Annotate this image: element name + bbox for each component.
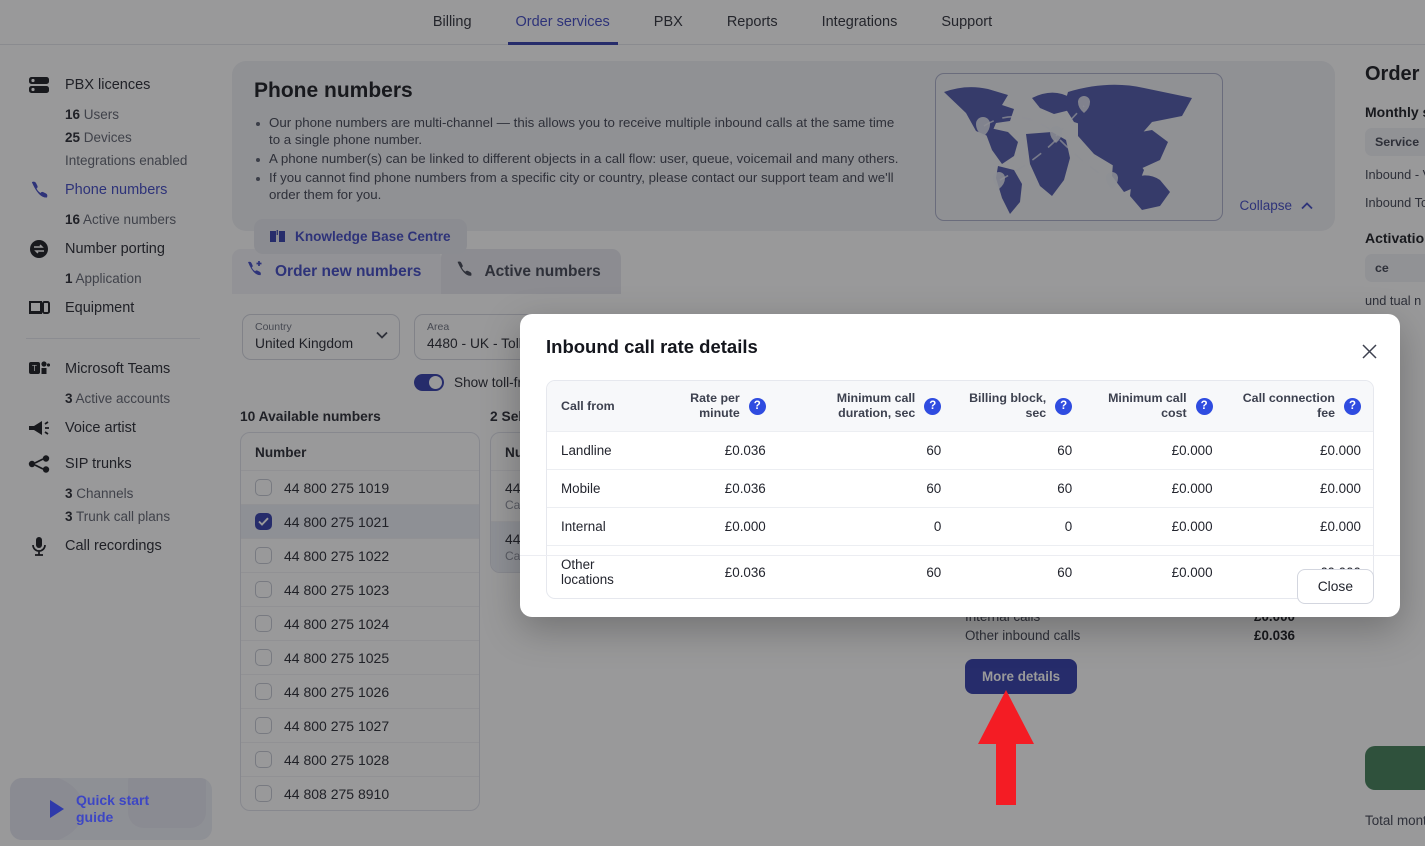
rate-header: Minimum call duration, sec? — [778, 381, 954, 432]
rate-cell-billing-block: 0 — [953, 507, 1085, 546]
rate-cell-min-duration: 60 — [777, 431, 954, 470]
rate-cell-connection-fee: £0.000 — [1224, 431, 1373, 470]
rate-cell-rate-per-minute: £0.036 — [651, 431, 778, 470]
rate-header-label: Call connection fee — [1242, 391, 1335, 421]
inbound-call-rate-modal: Inbound call rate details Call from Rate … — [520, 314, 1400, 617]
rate-header-label: Minimum call cost — [1108, 391, 1187, 421]
help-icon[interactable]: ? — [924, 397, 942, 415]
rate-cell-min-call-cost: £0.000 — [1084, 507, 1225, 546]
rate-header: Billing block, sec? — [953, 381, 1084, 432]
rate-cell-min-call-cost: £0.000 — [1084, 431, 1225, 470]
help-icon[interactable]: ? — [1195, 397, 1213, 415]
rate-cell-min-duration: 0 — [777, 507, 954, 546]
rate-cell-min-call-cost: £0.000 — [1084, 469, 1225, 508]
close-button[interactable]: Close — [1296, 569, 1374, 604]
table-row: Mobile £0.036 60 60 £0.000 £0.000 — [547, 469, 1373, 508]
rate-header-call-from: Call from — [561, 398, 615, 413]
play-icon — [50, 800, 64, 818]
rate-table-head: Call from Rate per minute? Minimum call du… — [547, 381, 1373, 432]
rate-cell-billing-block: 60 — [953, 469, 1085, 508]
modal-footer: Close — [520, 555, 1400, 617]
red-arrow-annotation — [978, 690, 1034, 810]
rate-cell-call-from: Mobile — [547, 469, 652, 508]
table-row: Landline £0.036 60 60 £0.000 £0.000 — [547, 431, 1373, 470]
rate-cell-rate-per-minute: £0.000 — [651, 507, 778, 546]
rate-cell-connection-fee: £0.000 — [1224, 469, 1373, 508]
rate-header: Rate per minute? — [651, 381, 778, 432]
rate-cell-call-from: Internal — [547, 507, 652, 546]
quick-start-guide-label: Quick start guide — [76, 791, 150, 825]
rate-cell-min-duration: 60 — [777, 469, 954, 508]
rate-cell-billing-block: 60 — [953, 431, 1085, 470]
help-icon[interactable]: ? — [1344, 397, 1361, 415]
rate-cell-rate-per-minute: £0.036 — [651, 469, 778, 508]
rate-header-label: Minimum call duration, sec — [836, 391, 916, 421]
help-icon[interactable]: ? — [748, 397, 766, 415]
rate-header-label: Billing block, sec — [969, 391, 1047, 421]
rate-header: Call connection fee? — [1225, 381, 1373, 432]
help-icon[interactable]: ? — [1055, 397, 1073, 415]
rate-header-label: Rate per minute — [690, 391, 740, 421]
red-arrow-up-icon — [978, 690, 1034, 805]
rate-cell-connection-fee: £0.000 — [1224, 507, 1373, 546]
rate-header: Minimum call cost? — [1084, 381, 1224, 432]
close-icon[interactable] — [1358, 340, 1380, 362]
rate-cell-call-from: Landline — [547, 431, 652, 470]
modal-title: Inbound call rate details — [546, 336, 758, 357]
table-row: Internal £0.000 0 0 £0.000 £0.000 — [547, 507, 1373, 546]
